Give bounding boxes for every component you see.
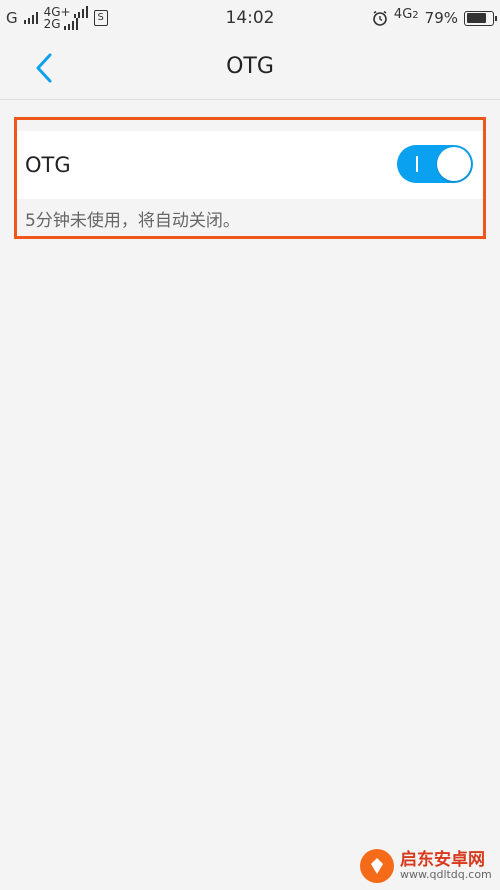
battery-percent: 79% xyxy=(424,9,458,27)
page-title: OTG xyxy=(226,54,274,79)
app-header: OTG xyxy=(0,36,500,100)
network-sub-label: 2 xyxy=(412,9,419,21)
watermark-logo-icon xyxy=(360,849,394,883)
watermark: 启东安卓网 www.qdltdq.com xyxy=(360,844,494,888)
watermark-url: www.qdltdq.com xyxy=(400,868,492,882)
highlight-box xyxy=(14,117,486,239)
status-right: 4G2 79% xyxy=(372,0,497,36)
battery-fill xyxy=(466,13,487,23)
watermark-title: 启东安卓网 xyxy=(400,849,485,870)
battery-icon xyxy=(464,10,497,26)
alarm-clock-icon xyxy=(373,10,387,26)
status-bar: G 4G+ 2G S 14:02 4G2 79% xyxy=(0,0,500,36)
network-type-4g-right: 4G xyxy=(393,6,413,22)
